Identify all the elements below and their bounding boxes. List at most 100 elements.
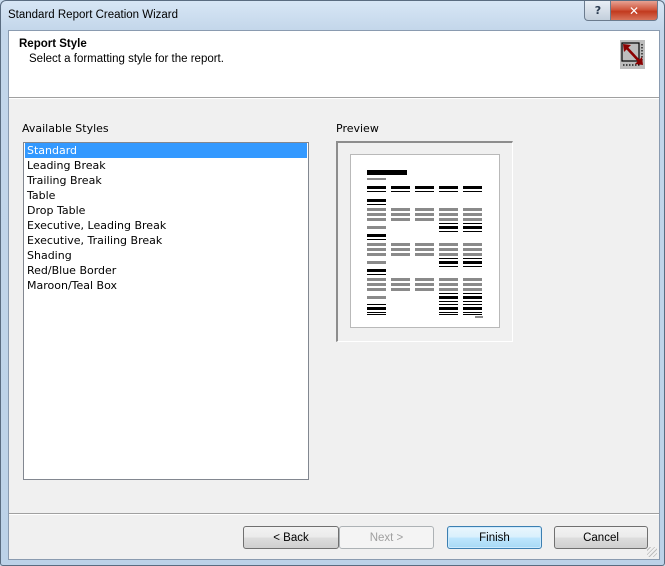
report-style-icon bbox=[620, 40, 645, 69]
preview-line bbox=[439, 314, 458, 315]
preview-detail-line bbox=[415, 253, 434, 256]
page-subtitle: Select a formatting style for the report… bbox=[29, 53, 224, 65]
close-icon: ✕ bbox=[628, 3, 640, 18]
footer-divider-highlight bbox=[9, 514, 659, 515]
preview-subtotal bbox=[367, 296, 386, 299]
preview-detail-line bbox=[391, 208, 410, 211]
next-button[interactable]: Next > bbox=[339, 526, 434, 549]
preview-detail-line bbox=[415, 243, 434, 246]
preview-label: Preview bbox=[336, 122, 379, 135]
preview-detail-line bbox=[463, 283, 482, 286]
preview-column-header bbox=[415, 186, 434, 189]
wizard-header: Report Style Select a formatting style f… bbox=[9, 31, 659, 99]
preview-line bbox=[367, 239, 386, 240]
style-option[interactable]: Leading Break bbox=[25, 158, 307, 173]
preview-subtotal bbox=[439, 296, 458, 299]
preview-detail-line bbox=[439, 278, 458, 281]
preview-line bbox=[439, 223, 458, 224]
preview-line bbox=[439, 191, 458, 192]
close-button[interactable]: ✕ bbox=[610, 1, 658, 21]
preview-line bbox=[463, 293, 482, 294]
preview-detail-line bbox=[439, 218, 458, 221]
cancel-button[interactable]: Cancel bbox=[554, 526, 648, 549]
preview-detail-line bbox=[439, 213, 458, 216]
dialog-window: Standard Report Creation Wizard ? ✕ Repo… bbox=[0, 0, 665, 566]
window-title: Standard Report Creation Wizard bbox=[8, 9, 179, 21]
preview-detail-line bbox=[367, 243, 386, 246]
preview-line bbox=[439, 312, 458, 313]
available-styles-listbox[interactable]: Standard Leading Break Trailing Break Table… bbox=[23, 142, 309, 480]
preview-detail-line bbox=[439, 283, 458, 286]
preview-grand-total bbox=[367, 307, 386, 310]
preview-line bbox=[463, 301, 482, 302]
preview-detail-line bbox=[391, 278, 410, 281]
preview-panel bbox=[336, 141, 513, 342]
preview-detail-line bbox=[391, 253, 410, 256]
style-option[interactable]: Maroon/Teal Box bbox=[25, 278, 307, 293]
preview-detail-line bbox=[391, 218, 410, 221]
preview-line bbox=[463, 258, 482, 259]
preview-subtotal bbox=[463, 226, 482, 229]
help-icon: ? bbox=[594, 4, 602, 17]
title-bar[interactable]: Standard Report Creation Wizard ? ✕ bbox=[1, 1, 665, 31]
available-styles-label: Available Styles bbox=[22, 122, 109, 135]
preview-detail-line bbox=[415, 208, 434, 211]
style-option[interactable]: Red/Blue Border bbox=[25, 263, 307, 278]
preview-line bbox=[463, 304, 482, 305]
preview-detail-line bbox=[439, 208, 458, 211]
preview-column-header bbox=[367, 186, 386, 189]
preview-subtotal bbox=[367, 261, 386, 264]
resize-grip[interactable] bbox=[647, 547, 657, 557]
preview-line bbox=[367, 191, 386, 192]
preview-detail-line bbox=[463, 213, 482, 216]
preview-line bbox=[415, 191, 434, 192]
preview-grand-total bbox=[463, 307, 482, 310]
preview-detail-line bbox=[367, 218, 386, 221]
preview-line bbox=[439, 266, 458, 267]
style-option[interactable]: Standard bbox=[25, 143, 307, 158]
preview-detail-line bbox=[391, 248, 410, 251]
preview-detail-line bbox=[439, 288, 458, 291]
preview-line bbox=[439, 301, 458, 302]
back-button[interactable]: < Back bbox=[243, 526, 339, 549]
preview-line bbox=[367, 178, 386, 180]
preview-line bbox=[463, 314, 482, 315]
preview-line bbox=[367, 312, 386, 313]
preview-detail-line bbox=[367, 248, 386, 251]
preview-detail-line bbox=[391, 288, 410, 291]
preview-detail-line bbox=[439, 243, 458, 246]
preview-subtotal bbox=[463, 261, 482, 264]
preview-line bbox=[367, 204, 386, 205]
preview-line bbox=[367, 304, 386, 305]
preview-detail-line bbox=[463, 208, 482, 211]
finish-button[interactable]: Finish bbox=[447, 526, 542, 549]
preview-line bbox=[439, 258, 458, 259]
preview-detail-line bbox=[367, 213, 386, 216]
preview-detail-line bbox=[367, 288, 386, 291]
help-button[interactable]: ? bbox=[584, 1, 612, 21]
style-option[interactable]: Shading bbox=[25, 248, 307, 263]
preview-line bbox=[463, 266, 482, 267]
preview-detail-line bbox=[367, 283, 386, 286]
preview-line bbox=[463, 231, 482, 232]
preview-group-header bbox=[367, 234, 386, 237]
wizard-content: Report Style Select a formatting style f… bbox=[8, 30, 660, 560]
preview-subtotal bbox=[463, 296, 482, 299]
preview-detail-line bbox=[391, 243, 410, 246]
preview-detail-line bbox=[439, 248, 458, 251]
style-option[interactable]: Drop Table bbox=[25, 203, 307, 218]
page-title: Report Style bbox=[19, 38, 87, 50]
preview-column-header bbox=[391, 186, 410, 189]
style-option[interactable]: Executive, Leading Break bbox=[25, 218, 307, 233]
style-option[interactable]: Table bbox=[25, 188, 307, 203]
preview-subtotal bbox=[439, 226, 458, 229]
preview-detail-line bbox=[415, 288, 434, 291]
preview-group-header bbox=[367, 269, 386, 272]
style-option[interactable]: Trailing Break bbox=[25, 173, 307, 188]
preview-detail-line bbox=[415, 278, 434, 281]
preview-line bbox=[367, 274, 386, 275]
preview-detail-line bbox=[415, 213, 434, 216]
preview-detail-line bbox=[367, 278, 386, 281]
preview-detail-line bbox=[367, 208, 386, 211]
style-option[interactable]: Executive, Trailing Break bbox=[25, 233, 307, 248]
